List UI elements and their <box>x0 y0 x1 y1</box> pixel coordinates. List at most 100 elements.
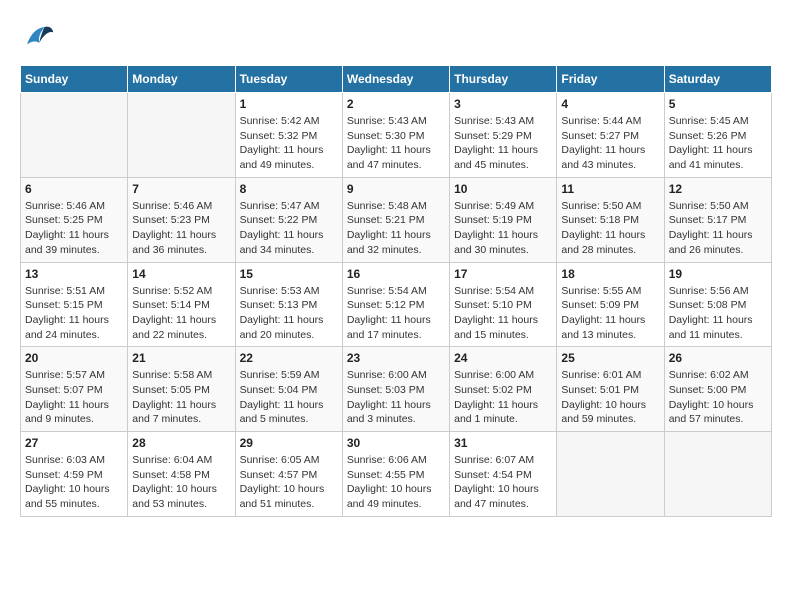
calendar-cell: 22Sunrise: 5:59 AM Sunset: 5:04 PM Dayli… <box>235 347 342 432</box>
calendar-week-row: 6 Sunrise: 5:46 AM Sunset: 5:25 PM Daylig… <box>21 177 772 262</box>
calendar-cell <box>664 432 771 517</box>
day-number: 2 <box>347 97 445 111</box>
calendar-cell: 15 Sunrise: 5:53 AM Sunset: 5:13 PM Dayli… <box>235 262 342 347</box>
logo <box>20 20 60 55</box>
calendar-cell: 17 Sunrise: 5:54 AM Sunset: 5:10 PM Dayli… <box>450 262 557 347</box>
calendar-cell: 27 Sunrise: 6:03 AM Sunset: 4:59 PM Dayli… <box>21 432 128 517</box>
calendar-cell: 16 Sunrise: 5:54 AM Sunset: 5:12 PM Dayli… <box>342 262 449 347</box>
weekday-header: Saturday <box>664 66 771 93</box>
day-number: 25 <box>561 351 659 365</box>
weekday-header: Monday <box>128 66 235 93</box>
day-number: 8 <box>240 182 338 196</box>
day-info: Sunrise: 6:06 AM Sunset: 4:55 PM Dayligh… <box>347 453 445 512</box>
day-info: Sunrise: 6:03 AM Sunset: 4:59 PM Dayligh… <box>25 453 123 512</box>
calendar-week-row: 20 Sunrise: 5:57 AM Sunset: 5:07 PM Dayli… <box>21 347 772 432</box>
calendar-week-row: 13 Sunrise: 5:51 AM Sunset: 5:15 PM Dayli… <box>21 262 772 347</box>
day-number: 1 <box>240 97 338 111</box>
calendar-cell <box>557 432 664 517</box>
day-number: 29 <box>240 436 338 450</box>
calendar-cell: 12 Sunrise: 5:50 AM Sunset: 5:17 PM Dayli… <box>664 177 771 262</box>
calendar-cell: 13 Sunrise: 5:51 AM Sunset: 5:15 PM Dayli… <box>21 262 128 347</box>
day-info: Sunrise: 5:57 AM Sunset: 5:07 PM Dayligh… <box>25 368 123 427</box>
logo-icon <box>20 20 55 55</box>
weekday-header-row: SundayMondayTuesdayWednesdayThursdayFrid… <box>21 66 772 93</box>
day-info: Sunrise: 5:58 AM Sunset: 5:05 PM Dayligh… <box>132 368 230 427</box>
day-number: 9 <box>347 182 445 196</box>
calendar-cell: 23 Sunrise: 6:00 AM Sunset: 5:03 PM Dayli… <box>342 347 449 432</box>
calendar-cell: 25 Sunrise: 6:01 AM Sunset: 5:01 PM Dayli… <box>557 347 664 432</box>
weekday-header: Wednesday <box>342 66 449 93</box>
calendar-cell: 21 Sunrise: 5:58 AM Sunset: 5:05 PM Dayli… <box>128 347 235 432</box>
calendar-cell: 28 Sunrise: 6:04 AM Sunset: 4:58 PM Dayli… <box>128 432 235 517</box>
day-number: 27 <box>25 436 123 450</box>
day-info: Sunrise: 6:00 AM Sunset: 5:02 PM Dayligh… <box>454 368 552 427</box>
day-info: Sunrise: 6:02 AM Sunset: 5:00 PM Dayligh… <box>669 368 767 427</box>
day-info: Sunrise: 5:51 AM Sunset: 5:15 PM Dayligh… <box>25 284 123 343</box>
day-number: 30 <box>347 436 445 450</box>
day-info: Sunrise: 5:42 AM Sunset: 5:32 PM Dayligh… <box>240 114 338 173</box>
day-number: 13 <box>25 267 123 281</box>
calendar-cell: 2 Sunrise: 5:43 AM Sunset: 5:30 PM Daylig… <box>342 93 449 178</box>
calendar-cell: 19Sunrise: 5:56 AM Sunset: 5:08 PM Dayli… <box>664 262 771 347</box>
calendar-week-row: 27 Sunrise: 6:03 AM Sunset: 4:59 PM Dayli… <box>21 432 772 517</box>
calendar-cell: 5Sunrise: 5:45 AM Sunset: 5:26 PM Daylig… <box>664 93 771 178</box>
day-info: Sunrise: 5:47 AM Sunset: 5:22 PM Dayligh… <box>240 199 338 258</box>
day-info: Sunrise: 5:53 AM Sunset: 5:13 PM Dayligh… <box>240 284 338 343</box>
calendar-cell: 20 Sunrise: 5:57 AM Sunset: 5:07 PM Dayli… <box>21 347 128 432</box>
calendar-cell: 18 Sunrise: 5:55 AM Sunset: 5:09 PM Dayli… <box>557 262 664 347</box>
day-number: 17 <box>454 267 552 281</box>
day-info: Sunrise: 5:46 AM Sunset: 5:25 PM Dayligh… <box>25 199 123 258</box>
day-number: 16 <box>347 267 445 281</box>
calendar-cell: 24 Sunrise: 6:00 AM Sunset: 5:02 PM Dayli… <box>450 347 557 432</box>
day-number: 7 <box>132 182 230 196</box>
day-info: Sunrise: 5:50 AM Sunset: 5:18 PM Dayligh… <box>561 199 659 258</box>
weekday-header: Thursday <box>450 66 557 93</box>
calendar-cell: 6 Sunrise: 5:46 AM Sunset: 5:25 PM Daylig… <box>21 177 128 262</box>
calendar-cell: 8 Sunrise: 5:47 AM Sunset: 5:22 PM Daylig… <box>235 177 342 262</box>
day-info: Sunrise: 5:43 AM Sunset: 5:29 PM Dayligh… <box>454 114 552 173</box>
weekday-header: Friday <box>557 66 664 93</box>
day-number: 12 <box>669 182 767 196</box>
day-number: 21 <box>132 351 230 365</box>
day-number: 4 <box>561 97 659 111</box>
calendar-cell: 14Sunrise: 5:52 AM Sunset: 5:14 PM Dayli… <box>128 262 235 347</box>
day-number: 15 <box>240 267 338 281</box>
day-number: 10 <box>454 182 552 196</box>
day-info: Sunrise: 6:07 AM Sunset: 4:54 PM Dayligh… <box>454 453 552 512</box>
day-number: 26 <box>669 351 767 365</box>
day-info: Sunrise: 5:54 AM Sunset: 5:10 PM Dayligh… <box>454 284 552 343</box>
calendar-cell <box>21 93 128 178</box>
day-info: Sunrise: 6:00 AM Sunset: 5:03 PM Dayligh… <box>347 368 445 427</box>
day-number: 3 <box>454 97 552 111</box>
calendar-week-row: 1 Sunrise: 5:42 AM Sunset: 5:32 PM Daylig… <box>21 93 772 178</box>
day-info: Sunrise: 6:05 AM Sunset: 4:57 PM Dayligh… <box>240 453 338 512</box>
day-info: Sunrise: 5:48 AM Sunset: 5:21 PM Dayligh… <box>347 199 445 258</box>
calendar-cell: 11Sunrise: 5:50 AM Sunset: 5:18 PM Dayli… <box>557 177 664 262</box>
calendar-cell: 9 Sunrise: 5:48 AM Sunset: 5:21 PM Daylig… <box>342 177 449 262</box>
calendar-cell: 30 Sunrise: 6:06 AM Sunset: 4:55 PM Dayli… <box>342 432 449 517</box>
day-info: Sunrise: 5:50 AM Sunset: 5:17 PM Dayligh… <box>669 199 767 258</box>
calendar-table: SundayMondayTuesdayWednesdayThursdayFrid… <box>20 65 772 517</box>
day-number: 31 <box>454 436 552 450</box>
calendar-cell: 10Sunrise: 5:49 AM Sunset: 5:19 PM Dayli… <box>450 177 557 262</box>
day-number: 5 <box>669 97 767 111</box>
day-info: Sunrise: 5:54 AM Sunset: 5:12 PM Dayligh… <box>347 284 445 343</box>
day-number: 20 <box>25 351 123 365</box>
weekday-header: Sunday <box>21 66 128 93</box>
calendar-cell: 29 Sunrise: 6:05 AM Sunset: 4:57 PM Dayli… <box>235 432 342 517</box>
day-info: Sunrise: 5:43 AM Sunset: 5:30 PM Dayligh… <box>347 114 445 173</box>
day-info: Sunrise: 6:04 AM Sunset: 4:58 PM Dayligh… <box>132 453 230 512</box>
calendar-cell: 4Sunrise: 5:44 AM Sunset: 5:27 PM Daylig… <box>557 93 664 178</box>
day-number: 18 <box>561 267 659 281</box>
day-info: Sunrise: 5:59 AM Sunset: 5:04 PM Dayligh… <box>240 368 338 427</box>
day-info: Sunrise: 6:01 AM Sunset: 5:01 PM Dayligh… <box>561 368 659 427</box>
day-number: 24 <box>454 351 552 365</box>
day-number: 28 <box>132 436 230 450</box>
calendar-cell <box>128 93 235 178</box>
day-number: 6 <box>25 182 123 196</box>
day-info: Sunrise: 5:46 AM Sunset: 5:23 PM Dayligh… <box>132 199 230 258</box>
day-number: 23 <box>347 351 445 365</box>
weekday-header: Tuesday <box>235 66 342 93</box>
calendar-cell: 7 Sunrise: 5:46 AM Sunset: 5:23 PM Daylig… <box>128 177 235 262</box>
day-info: Sunrise: 5:55 AM Sunset: 5:09 PM Dayligh… <box>561 284 659 343</box>
